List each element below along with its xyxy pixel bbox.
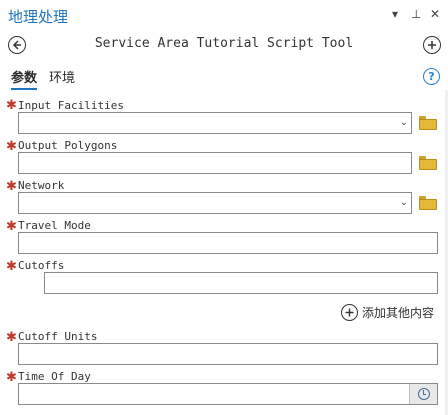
time-of-day-field[interactable]: [18, 383, 438, 405]
input-facilities-label: Input Facilities: [18, 99, 124, 112]
cutoffs-label: Cutoffs: [18, 259, 65, 272]
pane-menu-icon[interactable]: ▾: [392, 7, 398, 21]
input-facilities-field[interactable]: ⌄: [18, 112, 412, 134]
output-polygons-label: Output Polygons: [18, 139, 118, 152]
plus-circle-icon: [340, 303, 358, 321]
travel-mode-field[interactable]: [18, 232, 438, 254]
add-another-button[interactable]: 添加其他内容: [340, 302, 434, 322]
folder-icon[interactable]: [419, 116, 437, 130]
pane-title: 地理处理: [8, 8, 69, 26]
help-icon[interactable]: ?: [423, 68, 440, 85]
required-marker: ✱: [6, 179, 17, 194]
chevron-down-icon[interactable]: ⌄: [400, 197, 408, 208]
tool-title: Service Area Tutorial Script Tool: [94, 36, 354, 51]
required-marker: ✱: [6, 139, 17, 154]
time-of-day-label: Time Of Day: [18, 370, 91, 383]
tool-tabs: 参数 环境 ?: [0, 64, 448, 90]
required-marker: ✱: [6, 370, 17, 385]
required-marker: ✱: [6, 330, 17, 345]
network-field[interactable]: ⌄: [18, 192, 412, 214]
plus-icon[interactable]: [423, 36, 441, 54]
cutoff-units-label: Cutoff Units: [18, 330, 98, 343]
clock-icon: [417, 388, 430, 400]
travel-mode-label: Travel Mode: [18, 219, 91, 232]
cutoffs-field[interactable]: [44, 272, 438, 294]
tab-environments[interactable]: 环境: [49, 67, 75, 86]
tab-parameters[interactable]: 参数: [11, 67, 38, 90]
folder-icon[interactable]: [419, 156, 437, 170]
back-arrow-icon[interactable]: [8, 36, 26, 54]
required-marker: ✱: [6, 98, 17, 113]
required-marker: ✱: [6, 219, 17, 234]
network-label: Network: [18, 179, 65, 192]
add-another-label: 添加其他内容: [361, 305, 434, 320]
output-polygons-field[interactable]: [18, 152, 412, 174]
chevron-down-icon[interactable]: ⌄: [400, 117, 408, 128]
tool-header: Service Area Tutorial Script Tool: [0, 32, 448, 58]
pin-icon[interactable]: ⊥: [411, 7, 421, 21]
close-icon[interactable]: ✕: [430, 7, 440, 21]
required-marker: ✱: [6, 259, 17, 274]
cutoff-units-field[interactable]: [18, 343, 438, 365]
pane-titlebar: 地理处理 ▾ ⊥ ✕: [0, 0, 448, 32]
folder-icon[interactable]: [419, 196, 437, 210]
date-picker-button[interactable]: [409, 384, 437, 404]
